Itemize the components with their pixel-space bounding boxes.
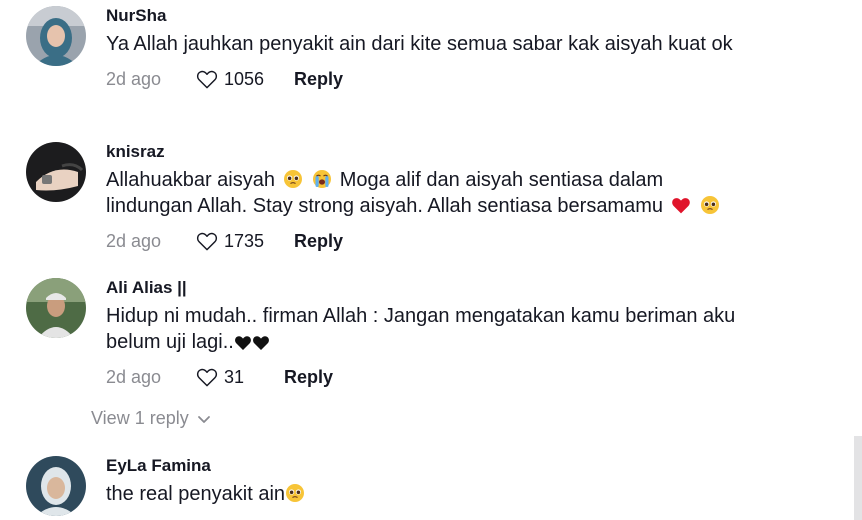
comment-text: the real penyakit ain [106,481,746,507]
red-heart-icon [671,198,690,214]
comment-body: knisraz Allahuakbar aisyah Moga alif dan… [106,142,840,253]
comment-text-part: Hidup ni mudah.. firman Allah : Jangan m… [106,305,736,353]
comment-meta: 2d ago 1735 Reply [106,229,840,253]
comment-text: Allahuakbar aisyah Moga alif dan aisyah … [106,167,746,219]
avatar[interactable] [26,6,86,66]
pleading-face-icon [286,484,305,502]
comment-text: Hidup ni mudah.. firman Allah : Jangan m… [106,303,746,355]
like-button[interactable]: 31 [196,367,244,388]
comment-meta: 2d ago 1056 Reply [106,67,840,91]
comment-body: Ali Alias || Hidup ni mudah.. firman All… [106,278,840,389]
comment-date: 2d ago [106,366,162,387]
username[interactable]: Ali Alias || [106,278,840,300]
heart-outline-icon [196,70,218,89]
comment-text: Ya Allah jauhkan penyakit ain dari kite … [106,33,733,55]
avatar[interactable] [26,142,86,202]
pleading-face-icon [701,196,720,214]
username[interactable]: knisraz [106,142,840,164]
comment-body: EyLa Famina the real penyakit ain [106,456,840,507]
loudly-crying-face-icon [313,170,332,188]
like-count: 1735 [224,230,265,251]
reply-button[interactable]: Reply [284,367,333,388]
heart-outline-icon [196,368,218,387]
avatar[interactable] [26,278,86,338]
comment-date: 2d ago [106,230,162,251]
username[interactable]: NurSha [106,6,840,28]
like-count: 31 [224,366,245,387]
chevron-down-icon [197,415,210,423]
comment-text-part: the real penyakit ain [106,483,286,505]
black-heart-icon [234,336,251,350]
scrollbar[interactable] [854,436,862,520]
comment-body: NurSha Ya Allah jauhkan penyakit ain dar… [106,6,840,91]
comment-text-part: Allahuakbar aisyah [106,169,275,191]
view-replies-label: View 1 reply [91,408,189,428]
like-button[interactable]: 1735 [196,231,264,252]
comment-meta: 2d ago 31 Reply [106,365,840,389]
like-count: 1056 [224,68,265,89]
pleading-face-icon [283,170,302,188]
reply-button[interactable]: Reply [294,69,343,90]
comment-date: 2d ago [106,68,162,89]
heart-outline-icon [196,232,218,251]
username[interactable]: EyLa Famina [106,456,840,478]
view-replies-button[interactable]: View 1 reply [91,408,211,429]
avatar[interactable] [26,456,86,516]
like-button[interactable]: 1056 [196,69,264,90]
reply-button[interactable]: Reply [294,231,343,252]
black-heart-icon [252,336,269,350]
